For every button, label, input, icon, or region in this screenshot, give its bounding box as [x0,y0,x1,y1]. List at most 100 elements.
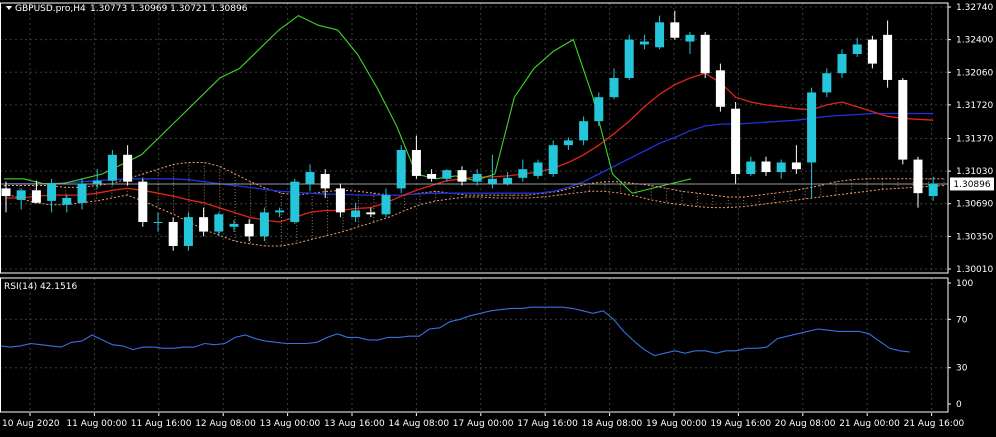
candle-body [244,223,254,237]
candle-body [107,154,117,181]
candle-body [305,172,315,184]
candle-body [138,181,148,222]
candle-body [503,177,513,184]
rsi-axis-label: 70 [956,315,968,325]
time-axis-label: 19 Aug 00:00 [646,419,707,429]
candle-body [624,39,634,79]
candle-body [199,217,209,232]
candle [594,92,604,127]
candle [183,212,193,251]
candle-body [351,210,361,218]
candle [138,178,148,227]
candle [335,183,345,218]
candle-body [639,41,649,45]
price-axis-label: 1.32740 [956,3,993,13]
candle-body [381,195,391,215]
candle-body [31,190,41,203]
time-axis-label: 17 Aug 00:00 [453,419,514,429]
time-axis-label: 17 Aug 16:00 [517,419,578,429]
candle-body [776,162,786,173]
candle-body [411,149,421,176]
rsi-axis-label: 0 [956,400,962,410]
candle-body [822,73,832,93]
candle-body [442,170,452,179]
candle-body [928,183,938,197]
candle [898,78,908,165]
price-axis-label: 1.30350 [956,232,993,242]
candle-body [1,188,11,197]
ohlc-readout: 1.30773 1.30969 1.30721 1.30896 [90,4,248,14]
time-axis-label: 11 Aug 00:00 [66,419,127,429]
current-price-text: 1.30896 [953,180,990,190]
candle-body [153,221,163,223]
time-axis-label: 21 Aug 00:00 [839,419,900,429]
candle-body [700,34,710,74]
time-axis-label: 14 Aug 08:00 [388,419,449,429]
price-axis-label: 1.30010 [956,265,993,275]
chart-canvas[interactable]: 10 Aug 2020 11 Aug 00:00 11 Aug 16:00 12 Au… [0,0,996,433]
candle [700,31,710,79]
time-axis-label: 21 Aug 16:00 [904,419,965,429]
candle-body [396,149,406,189]
candle-body [275,210,285,213]
time-axis-label: 19 Aug 16:00 [710,419,771,429]
price-axis-label: 1.32060 [956,68,993,78]
price-axis-label: 1.32400 [956,36,993,46]
current-price-tag: 1.30896 [950,177,994,191]
candle [107,149,117,186]
time-axis-label: 20 Aug 08:00 [775,419,836,429]
candle-body [883,34,893,80]
candle-body [487,178,497,184]
rsi-axis-label: 30 [956,364,968,374]
candle-body [685,34,695,42]
candle-body [548,145,558,174]
candle-body [16,190,26,200]
candle-body [457,170,467,182]
candle-body [62,197,72,205]
price-axis-label: 1.31720 [956,101,993,111]
candle-body [579,121,589,141]
candle-body [594,97,604,122]
candle-body [320,173,330,189]
price-axis-label: 1.31370 [956,134,993,144]
candle-body [867,39,877,64]
candle-body [259,212,269,237]
candle-body [214,214,224,232]
candle-body [655,22,665,48]
symbol-label: GBPUSD.pro,H4 [15,4,86,14]
candle [548,140,558,177]
candle [396,145,406,194]
candle-body [563,140,573,146]
candle-body [92,180,102,184]
candle-body [898,79,908,160]
price-axis-label: 1.31030 [956,167,993,177]
candle-body [229,223,239,227]
time-axis-label: 10 Aug 2020 [2,419,60,429]
trading-chart[interactable]: 10 Aug 2020 11 Aug 00:00 11 Aug 16:00 12 Au… [0,0,996,433]
rsi-label: RSI(14) 42.1516 [4,282,77,292]
candle-body [837,54,847,74]
candle-body [427,173,437,179]
candle-body [77,183,87,203]
candle [624,34,634,80]
rsi-axis-label: 100 [956,279,973,289]
candle-body [852,44,862,55]
candle [715,63,725,112]
candle-body [670,22,680,38]
candle-body [366,212,376,215]
candle-body [183,217,193,246]
candle-body [47,183,57,201]
candle-body [807,92,817,163]
chart-header: GBPUSD.pro,H4 1.30773 1.30969 1.30721 1.… [6,4,248,14]
candle [168,217,178,251]
candle [731,102,741,184]
candle-body [335,188,345,213]
time-axis-label: 12 Aug 08:00 [195,419,256,429]
candle-body [518,169,528,178]
candle-body [609,78,619,98]
candle-body [761,161,771,173]
candle-body [746,161,756,174]
time-axis-label: 18 Aug 08:00 [582,419,643,429]
time-axis-label: 11 Aug 16:00 [131,419,192,429]
candle-body [731,108,741,174]
